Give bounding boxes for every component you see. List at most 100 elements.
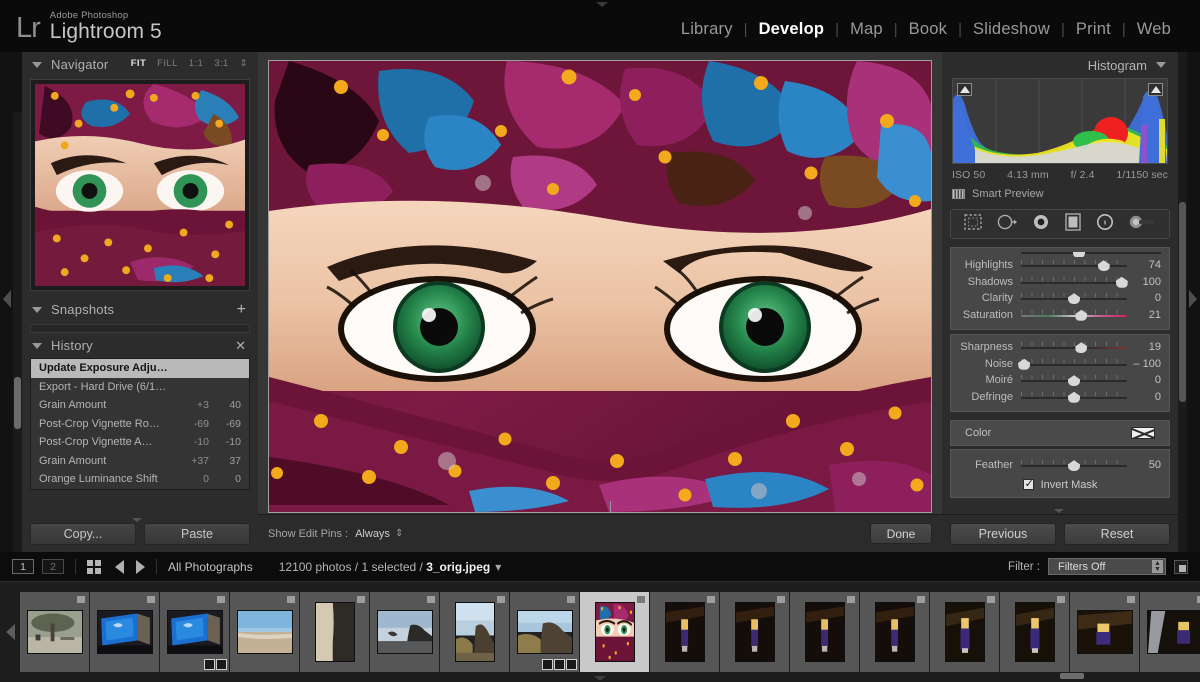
color-swatch-none-icon[interactable]: [1131, 427, 1155, 439]
slider-track[interactable]: [1021, 258, 1127, 272]
module-library[interactable]: Library: [670, 20, 744, 39]
filmstrip-thumbnail[interactable]: [930, 592, 1000, 672]
thumbnail-badge-icon[interactable]: [637, 596, 645, 603]
filmstrip-thumbnail[interactable]: [230, 592, 300, 672]
spot-removal-icon[interactable]: [997, 214, 1017, 235]
slider-track[interactable]: [1021, 390, 1127, 404]
thumbnail-badge-icon[interactable]: [777, 596, 785, 603]
history-panel-header[interactable]: History ✕: [22, 333, 258, 358]
highlight-clipping-indicator[interactable]: [1148, 83, 1163, 96]
chevron-down-icon[interactable]: ▾: [495, 560, 501, 574]
previous-button[interactable]: Previous: [950, 522, 1056, 545]
right-panel-scroll-thumb[interactable]: [1179, 202, 1186, 402]
red-eye-correction-icon[interactable]: [1032, 214, 1050, 235]
slider-value[interactable]: 0: [1127, 391, 1161, 403]
grid-view-icon[interactable]: [87, 559, 101, 574]
slider-value[interactable]: 21: [1127, 309, 1161, 321]
thumbnail-badge-icon[interactable]: [847, 596, 855, 603]
right-panel-bottom-caret[interactable]: [1054, 509, 1064, 513]
left-panel-scroll-thumb[interactable]: [14, 377, 21, 429]
thumbnail-badge-icon[interactable]: [357, 596, 365, 603]
filmstrip-thumbnail[interactable]: [90, 592, 160, 672]
paste-button[interactable]: Paste: [144, 523, 250, 545]
module-web[interactable]: Web: [1126, 20, 1182, 39]
left-panel-scrollbar[interactable]: [13, 112, 22, 552]
invert-mask-row[interactable]: Invert Mask: [951, 477, 1169, 491]
filmstrip-thumbnail[interactable]: [1140, 592, 1200, 672]
thumbnail-badge-icon[interactable]: [77, 596, 85, 603]
module-develop[interactable]: Develop: [748, 20, 836, 39]
snapshots-panel-header[interactable]: Snapshots +: [22, 297, 258, 322]
screen-1-button[interactable]: 1: [12, 559, 34, 574]
history-row[interactable]: Export - Hard Drive (6/18/2013 12:32…: [31, 378, 249, 397]
history-row[interactable]: Post-Crop Vignette Ro… -69 -69: [31, 415, 249, 434]
filmstrip-thumbnail[interactable]: [720, 592, 790, 672]
navigator-zoom-fill[interactable]: FILL: [157, 58, 178, 69]
source-label[interactable]: All Photographs: [168, 560, 253, 574]
slider-track[interactable]: [1021, 291, 1127, 305]
filmstrip-thumbnail[interactable]: [580, 592, 650, 672]
up-down-arrows-icon[interactable]: ▲ ▼: [1152, 560, 1163, 573]
arrow-left-icon[interactable]: [115, 559, 124, 574]
module-map[interactable]: Map: [839, 20, 894, 39]
filmstrip-thumbnail[interactable]: [510, 592, 580, 672]
thumbnail-badge-icon[interactable]: [217, 596, 225, 603]
current-filename[interactable]: 3_orig.jpeg: [426, 560, 490, 574]
history-row[interactable]: Post-Crop Vignette A… -10 -10: [31, 433, 249, 452]
reset-button[interactable]: Reset: [1064, 522, 1170, 545]
filmstrip-thumbnail[interactable]: [650, 592, 720, 672]
thumbnail-badge-icon[interactable]: [1127, 596, 1135, 603]
filmstrip-scroll-thumb[interactable]: [1060, 673, 1084, 679]
crop-overlay-icon[interactable]: [963, 213, 982, 235]
filmstrip-thumbnail[interactable]: [160, 592, 230, 672]
filmstrip-thumbnail[interactable]: [860, 592, 930, 672]
screen-2-button[interactable]: 2: [42, 559, 64, 574]
invert-mask-checkbox[interactable]: [1022, 477, 1034, 490]
thumbnail-badge-icon[interactable]: [1057, 596, 1065, 603]
right-panel-collapse-arrow[interactable]: [1189, 290, 1197, 308]
filmstrip-collapse-caret[interactable]: [594, 676, 606, 681]
show-edit-pins-value[interactable]: Always: [355, 528, 390, 540]
up-down-arrows-icon[interactable]: ⇕: [240, 59, 248, 69]
slider-track[interactable]: [1021, 275, 1128, 289]
navigator-zoom-1-1[interactable]: 1:1: [189, 58, 203, 69]
image-canvas[interactable]: [268, 60, 932, 513]
slider-track[interactable]: [1021, 340, 1127, 354]
up-down-arrows-icon[interactable]: ⇕: [395, 528, 403, 539]
navigator-zoom-fit[interactable]: FIT: [131, 58, 146, 69]
filmstrip-thumbnail[interactable]: [440, 592, 510, 672]
slider-value[interactable]: – 100: [1127, 358, 1161, 370]
filmstrip-prev-arrow[interactable]: [0, 582, 20, 682]
slider-track[interactable]: [1021, 373, 1127, 387]
filmstrip-thumbnail[interactable]: [1070, 592, 1140, 672]
thumbnail-badge-icon[interactable]: [917, 596, 925, 603]
navigator-panel-header[interactable]: Navigator FIT FILL 1:1 3:1 ⇕: [22, 52, 258, 77]
filmstrip-thumbnail[interactable]: [300, 592, 370, 672]
filter-badge-icon[interactable]: [1174, 559, 1188, 574]
module-book[interactable]: Book: [898, 20, 958, 39]
left-panel-collapse-arrow[interactable]: [3, 290, 11, 308]
filmstrip-thumbnail[interactable]: [370, 592, 440, 672]
thumbnail-badge-icon[interactable]: [497, 596, 505, 603]
filmstrip-thumbnail[interactable]: [20, 592, 90, 672]
slider-value[interactable]: 74: [1127, 259, 1161, 271]
thumbnail-badge-icon[interactable]: [707, 596, 715, 603]
slider-track[interactable]: [1021, 308, 1127, 322]
thumbnail-badge-icon[interactable]: [287, 596, 295, 603]
shadow-clipping-indicator[interactable]: [957, 83, 972, 96]
slider-value[interactable]: 0: [1127, 292, 1161, 304]
filter-select[interactable]: Filters Off ▲ ▼: [1048, 558, 1166, 575]
history-row[interactable]: Orange Luminance Shift 0 0: [31, 470, 249, 489]
histogram-panel-header[interactable]: Histogram: [942, 52, 1178, 78]
navigator-preview[interactable]: [30, 79, 250, 291]
graduated-filter-icon[interactable]: [1064, 212, 1081, 236]
adjustment-brush-icon[interactable]: [1129, 214, 1157, 235]
slider-value[interactable]: 19: [1127, 341, 1161, 353]
close-x-icon[interactable]: ✕: [235, 339, 246, 352]
done-button[interactable]: Done: [870, 523, 932, 544]
thumbnail-badge-icon[interactable]: [147, 596, 155, 603]
left-panel-bottom-caret[interactable]: [132, 518, 142, 522]
thumbnail-badge-icon[interactable]: [987, 596, 995, 603]
arrow-right-icon[interactable]: [136, 559, 145, 574]
plus-icon[interactable]: +: [237, 301, 246, 318]
